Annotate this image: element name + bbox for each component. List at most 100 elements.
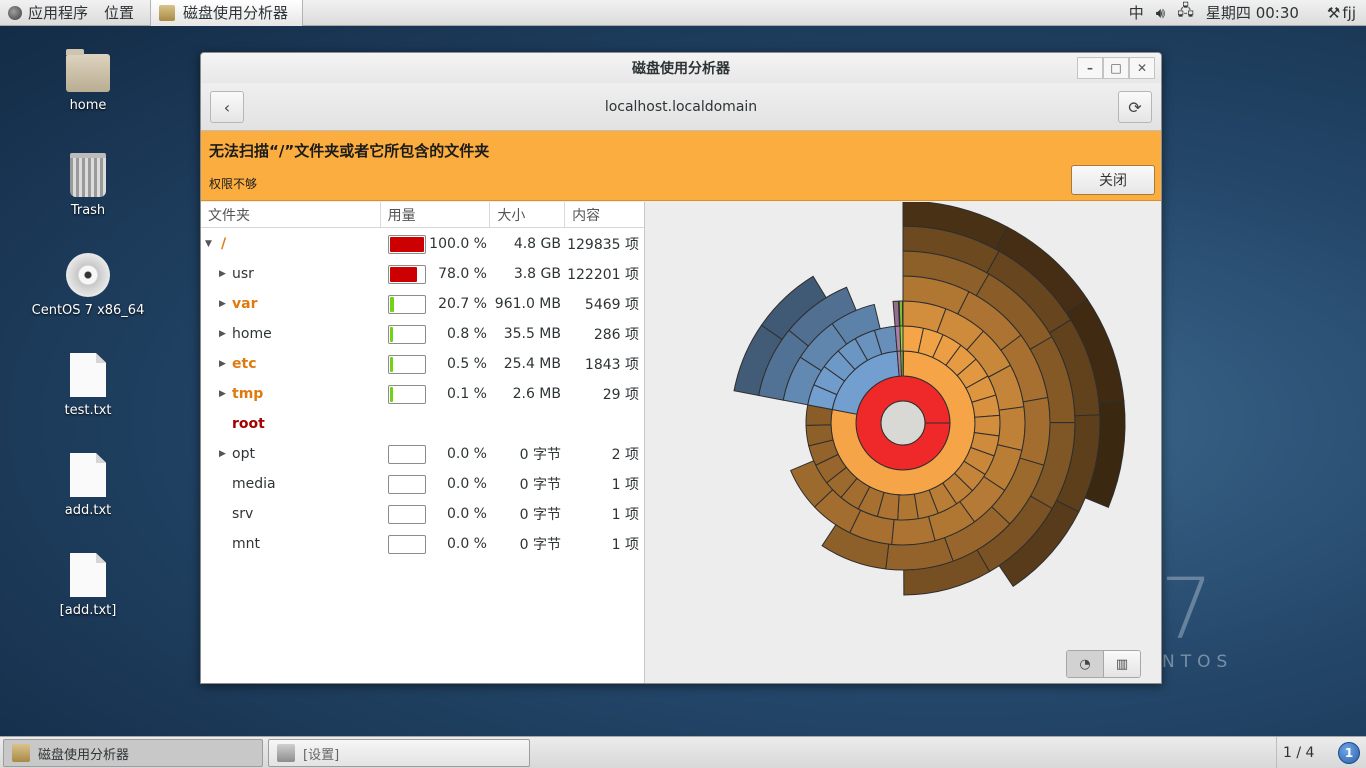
item-count: 122201 项 [567, 267, 639, 283]
text-file-icon [70, 353, 106, 397]
ring-chart-button[interactable]: ◔ [1067, 651, 1103, 677]
folder-name: etc [232, 356, 257, 372]
table-row[interactable]: ▶ usr 78.0 % 3.8 GB 122201 项 [201, 259, 645, 289]
desktop-icon-dvd[interactable]: CentOS 7 x86_64 [23, 253, 153, 318]
warning-infobar: 无法扫描“/”文件夹或者它所包含的文件夹 权限不够 关闭 [201, 131, 1161, 201]
ring-segment-home-sub[interactable] [892, 300, 900, 327]
workspace-switcher[interactable]: 1 / 4 [1276, 737, 1314, 768]
minimize-button[interactable]: – [1077, 57, 1103, 79]
taskbar-disk-analyzer[interactable]: 磁盘使用分析器 [3, 739, 263, 767]
dvd-icon [66, 253, 110, 297]
table-row[interactable]: mnt 0.0 % 0 字节 1 项 [201, 529, 645, 559]
folder-size: 3.8 GB [513, 266, 561, 282]
desktop-icon-add-txt[interactable]: add.txt [23, 453, 153, 518]
expander-right-icon[interactable]: ▶ [219, 269, 226, 279]
usage-bar [388, 265, 426, 284]
ring-chart-icon: ◔ [1079, 656, 1091, 672]
expander-right-icon[interactable]: ▶ [219, 389, 226, 399]
folder-name: home [232, 326, 272, 342]
table-row[interactable]: media 0.0 % 0 字节 1 项 [201, 469, 645, 499]
column-header-folder[interactable]: 文件夹 [201, 202, 381, 227]
usage-percent: 0.0 % [446, 446, 487, 462]
usage-percent: 0.5 % [446, 356, 487, 372]
expander-right-icon[interactable]: ▶ [219, 449, 226, 459]
clock[interactable]: 星期四 00:30 [1206, 2, 1299, 23]
chevron-left-icon: ‹ [223, 97, 231, 117]
usage-bar [388, 235, 426, 254]
places-menu[interactable]: 位置 [96, 0, 142, 26]
applications-label: 应用程序 [28, 4, 89, 22]
desktop-icon-trash[interactable]: Trash [23, 153, 153, 218]
folder-tree[interactable]: 文件夹 用量 大小 内容 ▼ / 100.0 % 4.8 GB 129835 项 ▶ usr… [201, 202, 645, 683]
active-app-menu[interactable]: 磁盘使用分析器 [150, 0, 304, 26]
usage-bar-fill [390, 237, 424, 252]
usage-bar [388, 535, 426, 554]
expander-right-icon[interactable]: ▶ [219, 359, 226, 369]
desktop-icon-add-txt-bracket[interactable]: [add.txt] [23, 553, 153, 618]
folder-name: tmp [232, 386, 264, 402]
usage-bar-fill [390, 327, 393, 342]
top-panel: 应用程序 位置 磁盘使用分析器 中 🔊︎ 🖧 星期四 00:30 ⚒ fjj [0, 0, 1366, 26]
usage-bar [388, 385, 426, 404]
desktop-icon-home[interactable]: home [23, 49, 153, 113]
usage-bar-fill [390, 387, 393, 402]
expander-down-icon[interactable]: ▼ [205, 239, 212, 249]
item-count: 1 项 [611, 477, 639, 493]
table-row[interactable]: srv 0.0 % 0 字节 1 项 [201, 499, 645, 529]
user-name[interactable]: fjj [1342, 4, 1356, 22]
ring-chart-area[interactable]: ◔ ▥ [645, 202, 1162, 684]
chart-type-switch: ◔ ▥ [1066, 650, 1141, 678]
bottom-panel: 磁盘使用分析器 [设置] 1 / 4 1 [0, 736, 1366, 768]
notification-badge[interactable]: 1 [1338, 742, 1360, 764]
places-label: 位置 [104, 4, 135, 22]
table-row[interactable]: ▶ tmp 0.1 % 2.6 MB 29 项 [201, 379, 645, 409]
column-header-contents[interactable]: 内容 [565, 202, 644, 227]
ring-segment-usr-sub[interactable] [996, 406, 1026, 451]
desktop-icon-test-txt[interactable]: test.txt [23, 353, 153, 418]
folder-size: 0 字节 [519, 537, 561, 553]
ring-segment-etc-sub[interactable] [898, 300, 904, 327]
column-header-usage[interactable]: 用量 [381, 202, 491, 227]
usage-percent: 100.0 % [429, 236, 487, 252]
window-titlebar[interactable]: 磁盘使用分析器 – □ ✕ [201, 53, 1161, 83]
table-row[interactable]: ▶ etc 0.5 % 25.4 MB 1843 项 [201, 349, 645, 379]
item-count: 1 项 [611, 507, 639, 523]
active-app-label: 磁盘使用分析器 [183, 4, 289, 22]
applications-menu[interactable]: 应用程序 [0, 0, 96, 26]
infobar-subtitle: 权限不够 [209, 177, 258, 191]
treemap-button[interactable]: ▥ [1103, 651, 1140, 677]
rescan-button[interactable]: ⟳ [1118, 91, 1152, 123]
column-header-size[interactable]: 大小 [490, 202, 566, 227]
back-button[interactable]: ‹ [210, 91, 244, 123]
ring-segment-etc-sub[interactable] [899, 325, 904, 352]
disk-usage-analyzer-window: 磁盘使用分析器 – □ ✕ ‹ localhost.localdomain ⟳ … [200, 52, 1162, 684]
close-window-button[interactable]: ✕ [1129, 57, 1155, 79]
speaker-icon[interactable]: 🔊︎ [1156, 4, 1165, 22]
maximize-button[interactable]: □ [1103, 57, 1129, 79]
item-count: 5469 项 [584, 297, 639, 313]
ring-chart[interactable] [645, 202, 1162, 684]
ring-center[interactable] [880, 400, 926, 446]
usage-percent: 0.0 % [446, 536, 487, 552]
network-wired-icon[interactable]: 🖧 [1177, 0, 1194, 25]
table-row[interactable]: ▶ home 0.8 % 35.5 MB 286 项 [201, 319, 645, 349]
infobar-close-button[interactable]: 关闭 [1071, 165, 1155, 195]
taskbar-settings[interactable]: [设置] [268, 739, 530, 767]
table-row[interactable]: ▶ opt 0.0 % 0 字节 2 项 [201, 439, 645, 469]
ring-segment-usr-sub[interactable] [897, 493, 919, 521]
usage-bar [388, 475, 426, 494]
desktop-icon-label: home [69, 98, 107, 113]
input-method-indicator[interactable]: 中 [1129, 2, 1144, 23]
table-row[interactable]: root [201, 409, 645, 439]
ring-segment-usr-sub[interactable] [891, 515, 936, 546]
table-row[interactable]: ▶ var 20.7 % 961.0 MB 5469 项 [201, 289, 645, 319]
gnome-foot-icon [8, 5, 22, 20]
folder-size: 2.6 MB [512, 386, 561, 402]
folder-name: mnt [232, 536, 260, 552]
folder-size: 0 字节 [519, 477, 561, 493]
expander-right-icon[interactable]: ▶ [219, 329, 226, 339]
table-row[interactable]: ▼ / 100.0 % 4.8 GB 129835 项 [201, 229, 645, 259]
expander-right-icon[interactable]: ▶ [219, 299, 226, 309]
user-menu-icon[interactable]: ⚒ [1327, 4, 1340, 22]
ring-segment-usr-sub[interactable] [1019, 396, 1051, 466]
